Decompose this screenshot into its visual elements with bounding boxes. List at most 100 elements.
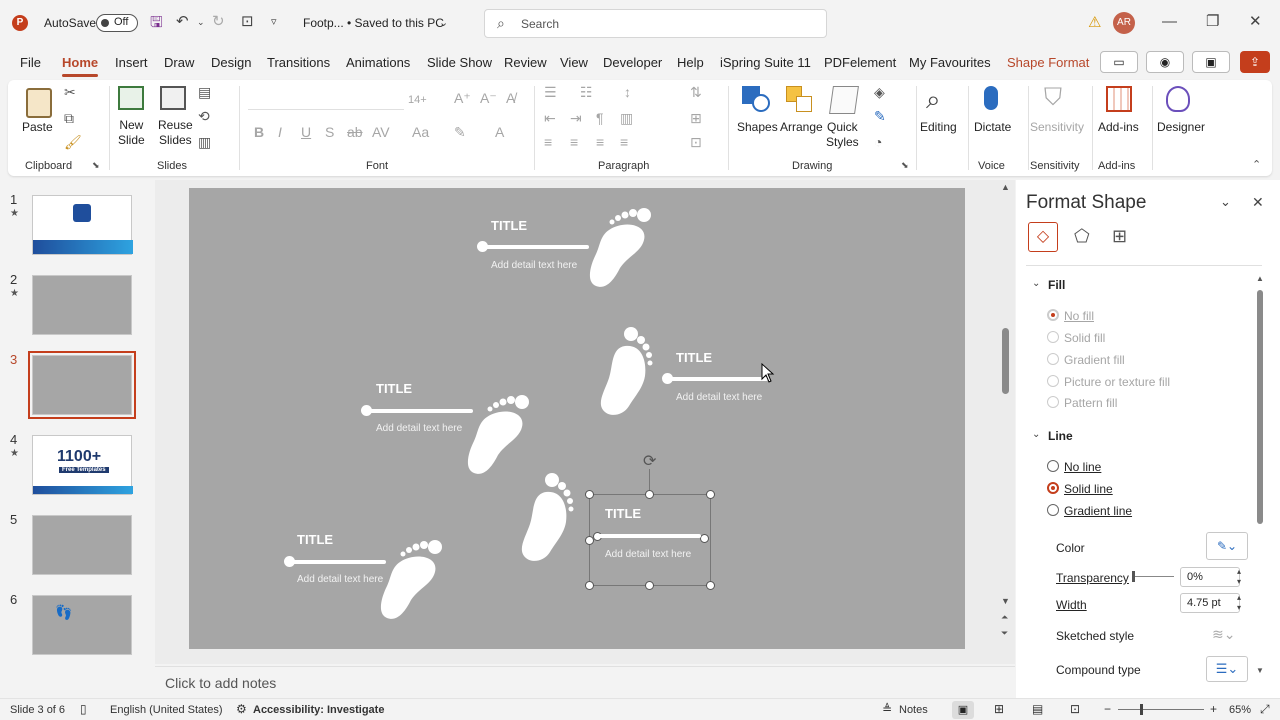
editing-button[interactable]: Editing [920, 120, 957, 135]
section-icon[interactable]: ▥ [198, 134, 211, 151]
fill-collapse-icon[interactable]: ⌄ [1032, 278, 1040, 289]
zoom-in-icon[interactable]: + [1210, 702, 1217, 716]
slide[interactable]: TITLE Add detail text here TITLE Add det… [189, 188, 965, 649]
paste-button[interactable]: Paste [22, 120, 53, 135]
decrease-font-icon[interactable]: A⁻ [480, 90, 497, 107]
solid-line-radio[interactable] [1047, 482, 1059, 494]
tab-review[interactable]: Review [504, 55, 547, 70]
resize-handle[interactable] [585, 581, 594, 590]
slideshow-icon[interactable]: ⊡ [1070, 702, 1080, 716]
align-center-icon[interactable]: ≡ [570, 134, 578, 150]
tab-pdfelement[interactable]: PDFelement [824, 55, 896, 70]
addins-button[interactable]: Add-ins [1098, 120, 1139, 135]
fit-slide-icon[interactable]: ⤢ [1260, 702, 1270, 717]
tab-file[interactable]: File [20, 55, 41, 70]
transparency-spin-icon[interactable]: ▴ ▾ [1237, 567, 1241, 587]
increase-indent-icon[interactable]: ⇥ [570, 110, 582, 127]
align-left-icon[interactable]: ≡ [544, 134, 552, 150]
slide-thumbnail-1[interactable] [32, 195, 133, 255]
text-direction-icon[interactable]: ⇅ [690, 84, 702, 101]
slide-thumbnail-2[interactable] [32, 275, 132, 335]
slide-thumbnail-6[interactable]: 👣 [32, 595, 132, 655]
slide-title-4[interactable]: TITLE [605, 506, 641, 521]
shape-effects-icon[interactable]: ◔ [874, 134, 882, 150]
footprint-icon[interactable] [375, 538, 445, 622]
transparency-slider-thumb[interactable] [1132, 571, 1135, 582]
rtl-icon[interactable]: ¶ [596, 110, 604, 126]
slide-detail-4[interactable]: Add detail text here [605, 547, 695, 562]
tab-view[interactable]: View [560, 55, 588, 70]
title-chevron-icon[interactable]: ⌄ [439, 13, 448, 33]
scroll-thumb[interactable] [1002, 328, 1009, 394]
solid-line-label[interactable]: Solid line [1064, 482, 1113, 496]
footprint-icon[interactable] [584, 206, 654, 290]
comments-button[interactable]: ▭ [1100, 51, 1138, 73]
rotate-handle-icon[interactable]: ⟳ [643, 451, 656, 471]
undo-icon[interactable]: ↶ [176, 12, 189, 32]
tab-draw[interactable]: Draw [164, 55, 194, 70]
resize-handle[interactable] [585, 490, 594, 499]
gradient-line-radio[interactable] [1047, 504, 1059, 516]
slide-title-5[interactable]: TITLE [297, 532, 333, 547]
dictate-button[interactable]: Dictate [974, 120, 1011, 135]
underline-icon[interactable]: U [301, 124, 311, 140]
pane-scroll-up-icon[interactable]: ▲ [1256, 274, 1264, 283]
resize-handle[interactable] [645, 581, 654, 590]
tab-ispring[interactable]: iSpring Suite 11 [720, 55, 811, 70]
color-picker-button[interactable]: ✎⌄ [1206, 532, 1248, 560]
character-spacing-icon[interactable]: AV [372, 124, 390, 140]
footprint-icon[interactable] [516, 472, 580, 564]
close-icon[interactable]: ✕ [1249, 12, 1262, 32]
slide-detail-1[interactable]: Add detail text here [491, 258, 581, 273]
normal-view-button[interactable]: ▣ [952, 701, 974, 719]
avatar[interactable]: AR [1113, 12, 1135, 34]
line-end-handle[interactable] [700, 534, 709, 543]
reuse-slides-button[interactable]: Reuse Slides [158, 118, 193, 148]
zoom-slider[interactable] [1118, 709, 1204, 710]
minimize-icon[interactable]: — [1162, 12, 1177, 32]
vertical-scrollbar[interactable]: ▲ ▼ ⏶ ⏷ [1000, 182, 1012, 642]
slide-title-2[interactable]: TITLE [676, 350, 712, 365]
collapse-ribbon-icon[interactable]: ⌃ [1252, 158, 1261, 171]
next-slide-icon[interactable]: ⏷ [1001, 628, 1008, 639]
resize-handle[interactable] [706, 490, 715, 499]
spellcheck-icon[interactable]: ▯ [80, 702, 87, 716]
accessibility-icon[interactable]: ⚙ [236, 702, 247, 716]
transparency-input[interactable]: 0% [1180, 567, 1240, 587]
slide-thumbnail-4[interactable]: 1100+ Free Templates [32, 435, 133, 495]
prev-slide-icon[interactable]: ⏶ [1001, 612, 1008, 623]
copy-icon[interactable]: ⧉ [64, 110, 74, 127]
shapes-button[interactable]: Shapes [737, 120, 778, 135]
customize-toolbar-icon[interactable]: ▿ [271, 12, 277, 32]
redo-icon[interactable]: ↻ [212, 12, 225, 32]
slide-title-1[interactable]: TITLE [491, 218, 527, 233]
tab-home[interactable]: Home [62, 55, 99, 77]
pane-close-icon[interactable]: ✕ [1252, 194, 1264, 211]
resize-handle[interactable] [645, 490, 654, 499]
pane-scroll-thumb[interactable] [1257, 290, 1263, 524]
notes-icon[interactable]: ≜ [882, 702, 892, 716]
record-button[interactable]: ◉ [1146, 51, 1184, 73]
reading-view-icon[interactable]: ▤ [1032, 702, 1043, 716]
search-box[interactable]: ⌕ Search [484, 9, 827, 38]
zoom-level[interactable]: 65% [1229, 704, 1251, 716]
strikethrough-icon[interactable]: ab [347, 124, 363, 140]
notes-placeholder[interactable]: Click to add notes [165, 675, 276, 691]
tab-animations[interactable]: Animations [346, 55, 410, 70]
slide-detail-2[interactable]: Add detail text here [676, 390, 766, 405]
document-title[interactable]: Footp... • Saved to this PC [303, 16, 444, 30]
align-right-icon[interactable]: ≡ [596, 134, 604, 150]
width-input[interactable]: 4.75 pt [1180, 593, 1240, 613]
font-name-box[interactable] [248, 90, 404, 110]
compound-type-button[interactable]: ☰⌄ [1206, 656, 1248, 682]
clear-formatting-icon[interactable]: A̸ [506, 90, 515, 106]
justify-icon[interactable]: ≡ [620, 134, 628, 150]
numbering-icon[interactable]: ☷ [580, 84, 593, 101]
accessibility-status[interactable]: Accessibility: Investigate [253, 704, 384, 716]
no-line-label[interactable]: No line [1064, 460, 1101, 474]
connector-line[interactable] [483, 245, 589, 249]
pane-scrollbar[interactable]: ▲ ▼ [1256, 274, 1264, 678]
share-button[interactable]: ⇪ [1240, 51, 1270, 73]
width-spin-icon[interactable]: ▴ ▾ [1237, 593, 1241, 613]
slide-title-3[interactable]: TITLE [376, 381, 412, 396]
